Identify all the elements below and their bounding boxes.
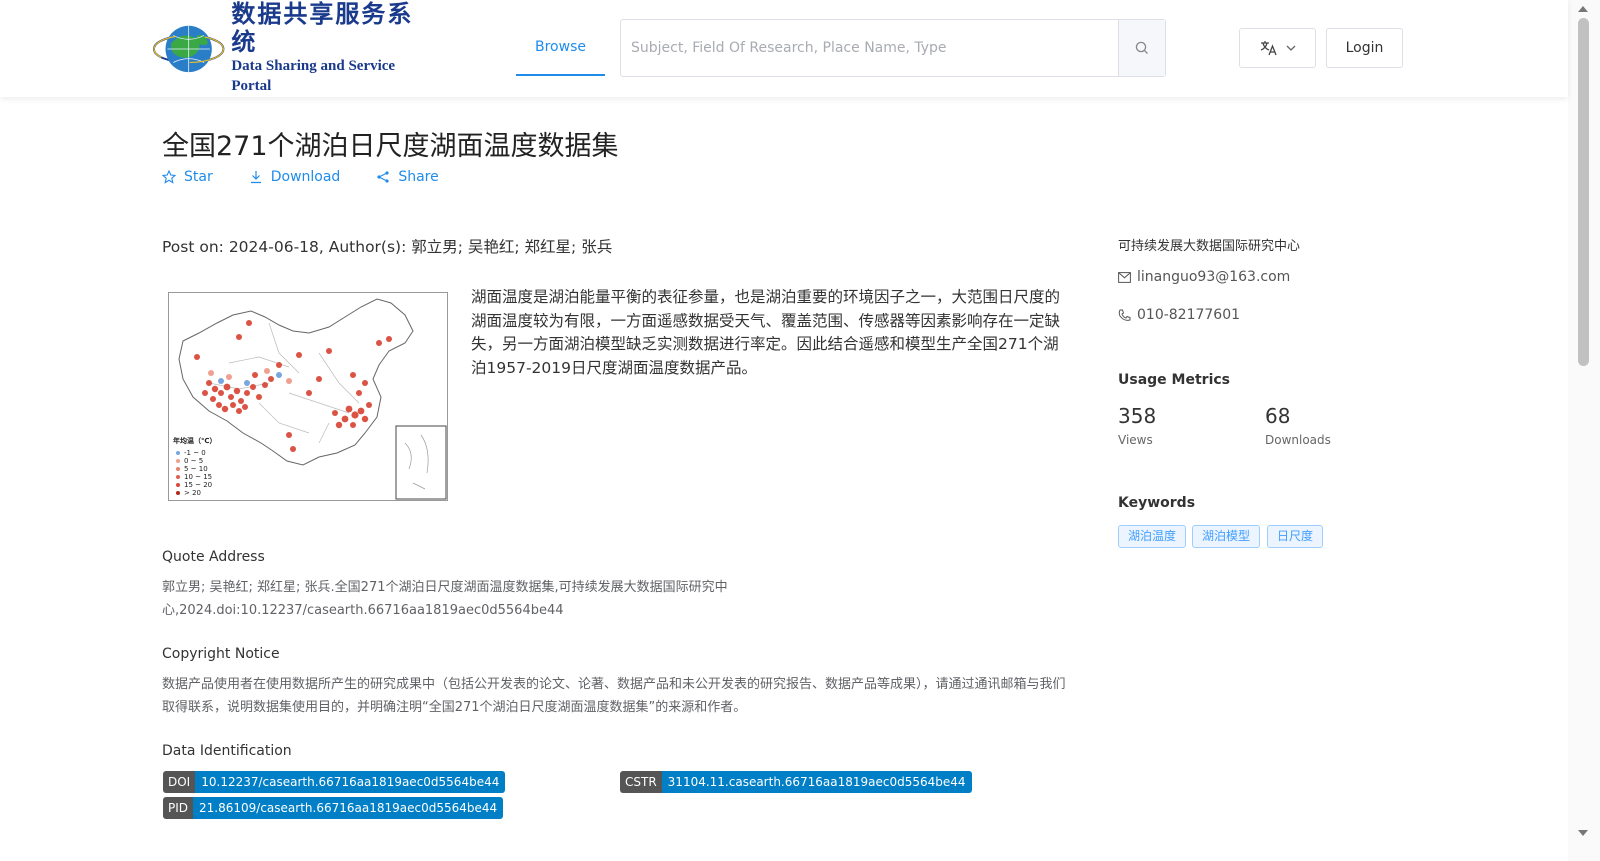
dataset-actions: Star Download Share xyxy=(162,169,475,185)
star-icon xyxy=(162,170,176,184)
views-label: Views xyxy=(1118,433,1153,447)
search-input[interactable] xyxy=(621,20,1118,76)
search-icon xyxy=(1135,41,1148,54)
top-header: 数据共享服务系统 Data Sharing and Service Portal… xyxy=(0,0,1568,97)
star-button[interactable]: Star xyxy=(162,169,213,185)
downloads-count: 68 xyxy=(1265,404,1291,428)
cstr-badge-value: 31104.11.casearth.66716aa1819aec0d5564be… xyxy=(661,771,972,793)
china-lake-map: 年均温（℃） -1 ~ 0 0 ~ 5 5 ~ 10 10 ~ 15 15 ~ … xyxy=(173,298,447,500)
map-legend-item: 15 ~ 20 xyxy=(184,481,212,489)
download-button[interactable]: Download xyxy=(249,169,341,185)
contact-email-text: linanguo93@163.com xyxy=(1137,269,1291,285)
chevron-down-icon xyxy=(1286,45,1295,51)
quote-text: 郭立男; 吴艳红; 郑红星; 张兵.全国271个湖泊日尺度湖面温度数据集,可持续… xyxy=(162,580,728,618)
keyword-tag[interactable]: 湖泊模型 xyxy=(1192,525,1261,548)
map-legend-item: > 20 xyxy=(184,489,201,497)
doi-badge-label: DOI xyxy=(163,771,196,793)
logo-title-en: Data Sharing and Service Portal xyxy=(231,58,396,94)
keywords-title: Keywords xyxy=(1118,495,1196,511)
mail-icon xyxy=(1118,271,1131,283)
contact-email[interactable]: linanguo93@163.com xyxy=(1118,269,1290,285)
share-icon xyxy=(377,171,389,183)
dataset-title: 全国271个湖泊日尺度湖面温度数据集 xyxy=(162,131,619,162)
copyright-text: 数据产品使用者在使用数据所产生的研究成果中（包括公开发表的论文、论著、数据产品和… xyxy=(162,677,1066,715)
contact-phone[interactable]: 010-82177601 xyxy=(1118,307,1240,323)
login-button[interactable]: Login xyxy=(1326,28,1403,68)
quote-section-title: Quote Address xyxy=(162,549,265,565)
map-legend-item: 5 ~ 10 xyxy=(184,465,208,473)
search-bar xyxy=(620,19,1166,77)
dataset-description: 湖面温度是湖泊能量平衡的表征参量，也是湖泊重要的环境因子之一，大范围日尺度的湖面… xyxy=(471,288,1061,377)
doi-badge-value: 10.12237/casearth.66716aa1819aec0d5564be… xyxy=(195,771,506,793)
map-legend-item: -1 ~ 0 xyxy=(184,449,206,457)
phone-icon xyxy=(1118,309,1131,321)
dataset-thumbnail-map[interactable]: 年均温（℃） -1 ~ 0 0 ~ 5 5 ~ 10 10 ~ 15 15 ~ … xyxy=(168,292,448,501)
usage-metrics-title: Usage Metrics xyxy=(1118,372,1230,388)
pid-badge-label: PID xyxy=(163,797,194,819)
organization-name: 可持续发展大数据国际研究中心 xyxy=(1118,239,1301,254)
map-legend-item: 0 ~ 5 xyxy=(184,457,203,465)
views-count: 358 xyxy=(1118,404,1157,428)
download-icon xyxy=(250,171,261,184)
translate-icon xyxy=(1260,41,1277,56)
pid-badge-value: 21.86109/casearth.66716aa1819aec0d5564be… xyxy=(193,797,504,819)
cstr-badge-label: CSTR xyxy=(620,771,662,793)
share-label: Share xyxy=(398,169,439,185)
pid-badge[interactable]: PID 21.86109/casearth.66716aa1819aec0d55… xyxy=(163,797,504,819)
page-scrollbar[interactable] xyxy=(1568,0,1600,861)
share-button[interactable]: Share xyxy=(376,169,439,185)
cstr-badge[interactable]: CSTR 31104.11.casearth.66716aa1819aec0d5… xyxy=(620,771,972,793)
contact-phone-text: 010-82177601 xyxy=(1137,307,1241,323)
copyright-section-title: Copyright Notice xyxy=(162,646,280,662)
post-info: Post on: 2024-06-18, Author(s): 郭立男; 吴艳红… xyxy=(162,238,613,256)
nav-browse-tab[interactable]: Browse xyxy=(516,20,605,76)
scroll-thumb[interactable] xyxy=(1578,18,1589,366)
portal-logo[interactable]: 数据共享服务系统 Data Sharing and Service Portal xyxy=(152,0,432,94)
download-label: Download xyxy=(270,169,341,185)
scroll-up-arrow[interactable] xyxy=(1578,6,1588,12)
logo-title-cn: 数据共享服务系统 xyxy=(231,0,414,56)
downloads-label: Downloads xyxy=(1265,433,1331,447)
globe-logo-icon xyxy=(152,25,225,73)
doi-badge[interactable]: DOI 10.12237/casearth.66716aa1819aec0d55… xyxy=(163,771,506,793)
map-legend-title: 年均温（℃） xyxy=(173,436,216,445)
map-legend-item: 10 ~ 15 xyxy=(184,473,212,481)
search-button[interactable] xyxy=(1118,20,1165,76)
identification-section-title: Data Identification xyxy=(162,743,292,759)
keyword-tag[interactable]: 日尺度 xyxy=(1267,525,1324,548)
language-switch-button[interactable] xyxy=(1239,28,1316,68)
star-label: Star xyxy=(184,169,213,185)
keyword-tag[interactable]: 湖泊温度 xyxy=(1118,525,1187,548)
scroll-down-arrow[interactable] xyxy=(1578,830,1588,836)
